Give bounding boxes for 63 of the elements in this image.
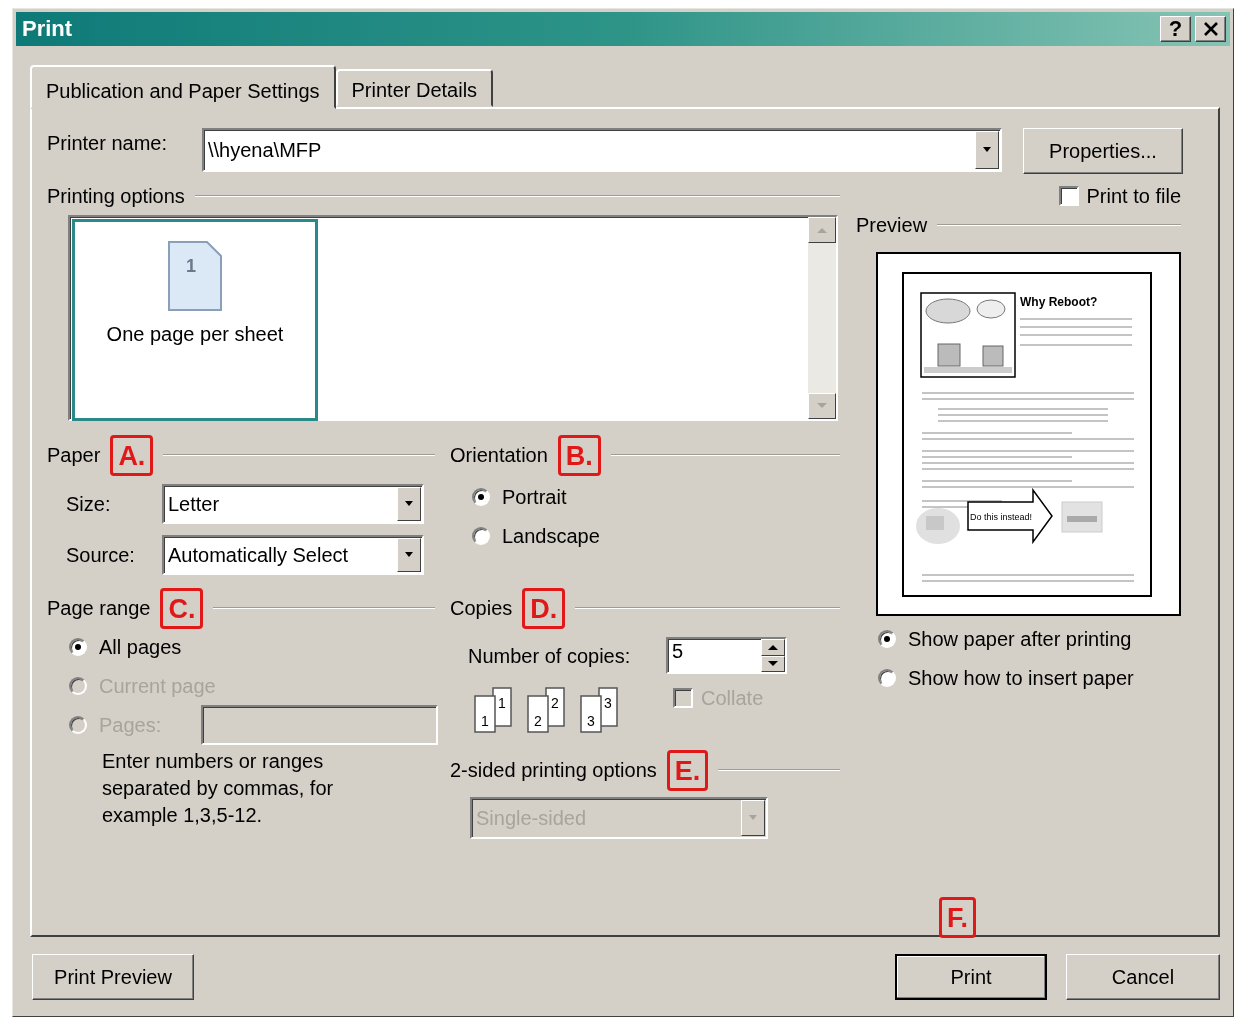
down-arrow-icon <box>767 660 779 668</box>
section-heading: Preview <box>856 213 928 237</box>
window-title: Print <box>22 15 73 43</box>
close-button[interactable] <box>1195 16 1226 42</box>
group-heading: Orientation <box>450 443 548 467</box>
caret-icon <box>982 147 992 153</box>
properties-button[interactable]: Properties... <box>1023 128 1183 174</box>
dropdown-button[interactable] <box>975 131 999 169</box>
callout-label: F. <box>939 897 976 938</box>
close-icon <box>1202 22 1219 36</box>
radio-button[interactable] <box>472 488 490 506</box>
caret-icon <box>748 815 758 821</box>
preview-heading: Why Reboot? <box>1020 295 1098 309</box>
radio-label: All pages <box>99 635 182 659</box>
dialog-button[interactable]: Cancel <box>1066 954 1220 1000</box>
field-label: Printer name: <box>47 131 169 155</box>
help-button[interactable]: ? <box>1160 16 1191 42</box>
scroll-up-button[interactable] <box>808 217 836 243</box>
down-arrow-icon <box>816 402 828 410</box>
callout-label: A. <box>110 434 154 476</box>
checkbox[interactable] <box>1058 186 1079 206</box>
layout-option[interactable]: 1 One page per sheet <box>72 219 318 421</box>
checkbox-label: Print to file <box>1086 184 1181 208</box>
radio-label: Portrait <box>502 485 567 509</box>
callout-label: B. <box>557 434 601 476</box>
section-heading: Printing options <box>47 184 185 208</box>
dialog-button[interactable]: Print <box>895 954 1047 1000</box>
callout-label: D. <box>522 587 566 629</box>
radio-label: Landscape <box>502 524 600 548</box>
arrow-text: Do this instead! <box>970 512 1033 522</box>
spin-up-button[interactable] <box>761 639 785 656</box>
dropdown-button[interactable] <box>397 538 421 572</box>
field-label: Number of copies: <box>468 643 632 668</box>
tab[interactable]: Publication and Paper Settings <box>30 65 336 109</box>
group-heading: Page range <box>47 596 151 620</box>
caret-icon <box>404 552 414 558</box>
group-heading: Copies <box>450 596 513 620</box>
scroll-down-button[interactable] <box>808 393 836 419</box>
tab[interactable]: Printer Details <box>335 69 494 107</box>
help-text: Enter numbers or ranges separated by commas, for example 1,3,5-12. <box>102 749 335 828</box>
callout-label: E. <box>666 749 709 791</box>
dialog-button[interactable]: Print Preview <box>32 954 194 1000</box>
group-heading: Paper <box>47 443 101 467</box>
radio-button[interactable] <box>878 630 896 648</box>
page-icon: 1 <box>167 240 223 312</box>
callout-label: C. <box>160 587 204 629</box>
copies-spin-field[interactable]: 5 <box>666 637 787 674</box>
up-arrow-icon <box>767 643 779 651</box>
caret-icon <box>404 501 414 507</box>
field-label: Source: <box>66 543 136 567</box>
paper-source-dropdown[interactable]: Automatically Select <box>162 535 424 575</box>
field-label: Size: <box>66 492 112 516</box>
printer-name-dropdown[interactable]: \\hyena\MFP <box>202 128 1002 172</box>
radio-label: Show how to insert paper <box>908 666 1134 690</box>
radio-button[interactable] <box>878 669 896 687</box>
radio-button[interactable] <box>69 638 87 656</box>
paper-size-dropdown[interactable]: Letter <box>162 484 424 524</box>
up-arrow-icon <box>816 226 828 234</box>
radio-button[interactable] <box>472 527 490 545</box>
radio-label: Show paper after printing <box>908 627 1132 651</box>
group-heading: 2-sided printing options <box>450 758 657 782</box>
dropdown-button[interactable] <box>397 487 421 521</box>
option-label: One page per sheet <box>106 322 284 346</box>
